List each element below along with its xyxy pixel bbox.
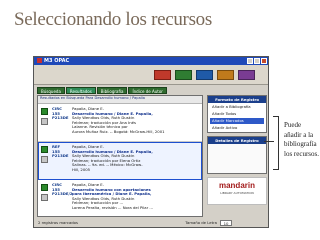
details-icon[interactable]: [41, 118, 48, 125]
marked-count: 2 registros marcados: [38, 220, 78, 225]
close-icon[interactable]: [261, 58, 267, 64]
side-panel: Formato de Registro Añadir a Bibliografí…: [207, 95, 267, 217]
tab-resultados[interactable]: Resultados: [65, 87, 96, 94]
details-icon[interactable]: [41, 156, 48, 163]
detalles-body: [208, 144, 266, 173]
details-icon[interactable]: [41, 194, 48, 201]
results-list: Resultados en Búsqueda Para Desarrollo h…: [37, 95, 203, 217]
call-number: CIRC 155 P213DE/2: [52, 182, 73, 197]
mandarin-logo: mandarin LIBRARY AUTOMATION: [207, 177, 267, 205]
toolbar-button-4[interactable]: [217, 70, 234, 80]
callout-text: Puede añadir a la bibliografía los recur…: [284, 121, 320, 159]
menu-item-anadir-bibliografia[interactable]: Añadir a Bibliografía: [210, 104, 264, 110]
call-number-line: P213DE: [52, 153, 69, 159]
opac-window: M3 OPAC Búsqueda Resultados Bibliografía Ín…: [33, 56, 269, 228]
mark-checkbox[interactable]: [41, 108, 48, 115]
window-title: M3 OPAC: [44, 58, 70, 64]
callout-line: los recursos.: [284, 149, 319, 158]
detalles-panel: Detalles de Registro: [207, 136, 267, 174]
call-number-line: P213DE: [52, 115, 69, 121]
tab-bibliografia[interactable]: Bibliografía: [96, 87, 128, 94]
menu-item-anadir-todos[interactable]: Añadir Todos: [210, 111, 264, 117]
callout-line: añadir a la: [284, 130, 314, 139]
toolbar-button-2[interactable]: [175, 70, 192, 80]
app-icon: [37, 58, 42, 63]
logo-text: mandarin: [218, 181, 255, 190]
slide-title: Seleccionando los recursos: [14, 9, 212, 30]
formato-panel: Formato de Registro Añadir a Bibliografí…: [207, 95, 267, 133]
toolbar-button-3[interactable]: [196, 70, 213, 80]
maximize-icon[interactable]: [254, 58, 260, 64]
callout-line: bibliografía: [284, 140, 317, 149]
callout-line: Puede: [284, 121, 302, 129]
formato-header: Formato de Registro: [208, 96, 266, 103]
call-number: CIRC 155 P213DE: [52, 106, 69, 121]
record-line: Hill, 2005: [72, 167, 91, 172]
status-bar: 2 registros marcados Tamaño de Letra 10: [37, 219, 267, 227]
result-record-3[interactable]: CIRC 155 P213DE/2 Papalia, Diane E. Desa…: [38, 180, 202, 216]
font-size-label: Tamaño de Letra: [185, 220, 217, 225]
record-line: Aurora Muñoz Ruiz. -- Bogotá: McGraw-Hil…: [72, 129, 165, 134]
menu-item-anadir-activo[interactable]: Añadir Activo: [210, 125, 264, 131]
minimize-icon[interactable]: [247, 58, 253, 64]
mark-checkbox[interactable]: [41, 146, 48, 153]
menu-item-anadir-marcados[interactable]: Añadir Marcados: [210, 118, 264, 124]
mark-checkbox[interactable]: [41, 184, 48, 191]
tab-bar: Búsqueda Resultados Bibliografía Índice de …: [37, 87, 168, 94]
toolbar-button-5[interactable]: [238, 70, 255, 80]
call-number-line: P213DE/2: [52, 191, 73, 197]
detalles-header: Detalles de Registro: [208, 137, 266, 144]
call-number: REF 155 P213DE: [52, 144, 69, 159]
result-record-2[interactable]: REF 155 P213DE Papalia, Diane E. Desarro…: [38, 142, 202, 180]
result-record-1[interactable]: CIRC 155 P213DE Papalia, Diane E. Desarr…: [38, 104, 202, 142]
record-info: Papalia, Diane E. Desarrollo humano / Di…: [72, 107, 200, 135]
record-info: Papalia, Diane E. Desarrollo humano con …: [72, 183, 200, 211]
window-titlebar: M3 OPAC: [34, 57, 268, 65]
record-info: Papalia, Diane E. Desarrollo humano / Di…: [72, 145, 200, 173]
toolbar-button-1[interactable]: [154, 70, 171, 80]
logo-tagline: LIBRARY AUTOMATION: [220, 191, 254, 195]
font-size-select[interactable]: 10: [220, 220, 232, 226]
results-header: Resultados en Búsqueda Para Desarrollo h…: [38, 96, 202, 104]
toolbar: [34, 65, 268, 85]
tab-busqueda[interactable]: Búsqueda: [37, 87, 65, 94]
record-line: Lorena Peralta, revisión ... Nora del Pi…: [72, 205, 153, 210]
tab-indice-autor[interactable]: Índice de Autor: [128, 87, 167, 94]
callout-bracket: [273, 116, 279, 170]
